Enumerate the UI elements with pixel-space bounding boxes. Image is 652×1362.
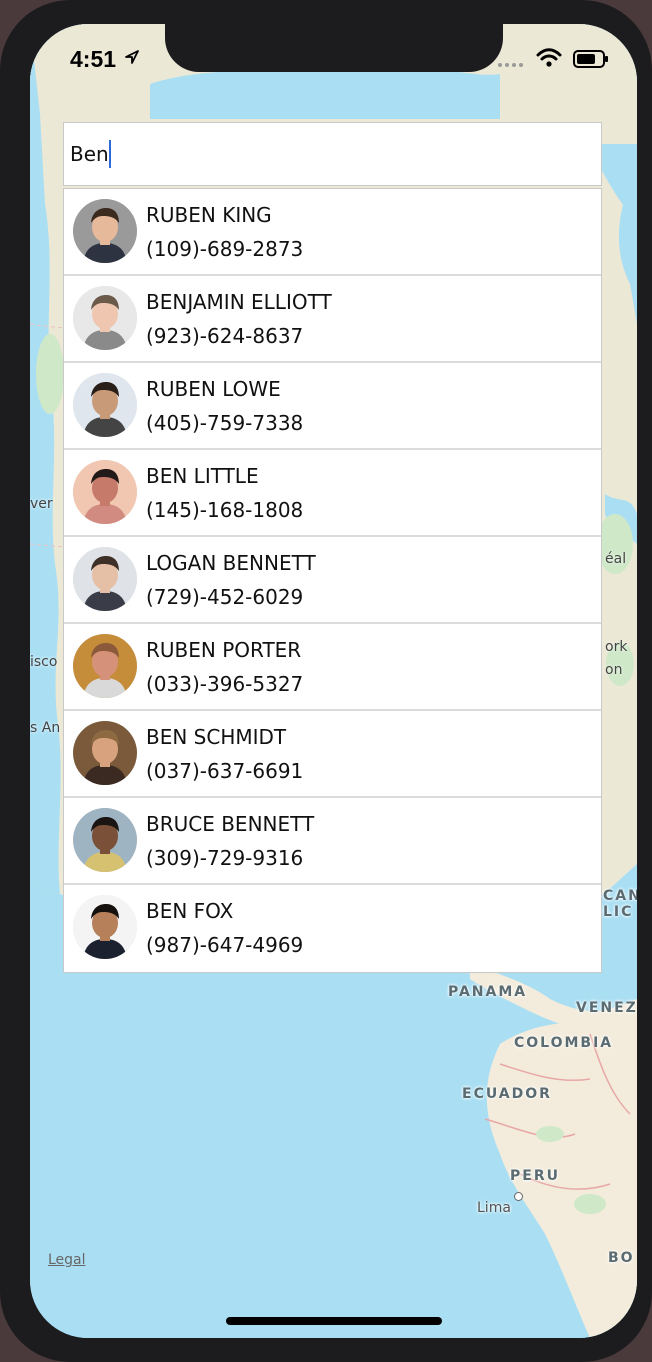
contact-phone: (923)-624-8637 — [146, 324, 304, 348]
avatar — [73, 721, 137, 785]
text-caret — [109, 140, 111, 168]
avatar-photo — [73, 199, 137, 263]
contact-name: BRUCE BENNETT — [146, 812, 315, 836]
avatar-photo — [73, 460, 137, 524]
contact-phone: (987)-647-4969 — [146, 933, 304, 957]
map-label-peru: PERU — [510, 1168, 560, 1184]
contact-row[interactable]: RUBEN KING (109)-689-2873 — [64, 189, 601, 276]
contact-phone: (037)-637-6691 — [146, 759, 304, 783]
avatar — [73, 460, 137, 524]
avatar — [73, 373, 137, 437]
status-time: 4:51 — [70, 46, 140, 73]
status-indicators — [497, 48, 609, 72]
contact-phone: (145)-168-1808 — [146, 498, 304, 522]
avatar-photo — [73, 373, 137, 437]
avatar-photo — [73, 634, 137, 698]
map-label-colombia: COLOMBIA — [514, 1035, 614, 1051]
location-arrow-icon — [125, 50, 140, 64]
map-label-lic: LIC — [603, 904, 634, 920]
contact-row[interactable]: BEN LITTLE (145)-168-1808 — [64, 450, 601, 537]
avatar-photo — [73, 808, 137, 872]
map-edge-label: s An — [30, 720, 61, 736]
contact-name: RUBEN PORTER — [146, 638, 302, 662]
cellular-signal-icon — [497, 63, 523, 67]
battery-icon — [573, 50, 608, 68]
map-label-bo: BO — [608, 1250, 635, 1266]
contact-name: LOGAN BENNETT — [146, 551, 316, 575]
home-indicator[interactable] — [226, 1317, 442, 1325]
device-notch — [165, 24, 503, 72]
avatar — [73, 199, 137, 263]
map-city-lima: Lima — [477, 1200, 511, 1216]
status-time-label: 4:51 — [70, 46, 117, 72]
contact-name: RUBEN LOWE — [146, 377, 281, 401]
map-label-panama: PANAMA — [448, 984, 528, 1000]
contact-phone: (033)-396-5327 — [146, 672, 304, 696]
avatar — [73, 634, 137, 698]
map-label-ecuador: ECUADOR — [462, 1086, 552, 1102]
map-edge-label: éal — [605, 551, 627, 567]
contact-row[interactable]: RUBEN PORTER (033)-396-5327 — [64, 624, 601, 711]
avatar-photo — [73, 895, 137, 959]
search-box[interactable] — [63, 122, 602, 186]
contact-row[interactable]: RUBEN LOWE (405)-759-7338 — [64, 363, 601, 450]
contact-phone: (405)-759-7338 — [146, 411, 304, 435]
contact-phone: (729)-452-6029 — [146, 585, 304, 609]
map-edge-label: on — [605, 662, 623, 678]
map-city-dot — [514, 1192, 523, 1201]
map-edge-label: ver — [30, 496, 53, 512]
contact-row[interactable]: BENJAMIN ELLIOTT (923)-624-8637 — [64, 276, 601, 363]
contact-phone: (109)-689-2873 — [146, 237, 304, 261]
avatar-photo — [73, 721, 137, 785]
map-edge-label: ork — [605, 639, 628, 655]
map-label-can: CAN — [603, 888, 637, 904]
contact-row[interactable]: BEN SCHMIDT (037)-637-6691 — [64, 711, 601, 798]
contact-name: RUBEN KING — [146, 203, 272, 227]
avatar — [73, 808, 137, 872]
search-input[interactable] — [68, 123, 570, 185]
avatar — [73, 895, 137, 959]
contact-name: BENJAMIN ELLIOTT — [146, 290, 332, 314]
wifi-icon — [536, 48, 562, 67]
avatar — [73, 286, 137, 350]
contact-row[interactable]: LOGAN BENNETT (729)-452-6029 — [64, 537, 601, 624]
map-label-venezuela: VENEZU — [576, 1000, 637, 1016]
contact-name: BEN LITTLE — [146, 464, 259, 488]
avatar-photo — [73, 286, 137, 350]
avatar — [73, 547, 137, 611]
search-results-list: RUBEN KING (109)-689-2873 BENJAMIN ELLIOTT… — [63, 188, 602, 973]
avatar-photo — [73, 547, 137, 611]
contact-row[interactable]: BRUCE BENNETT (309)-729-9316 — [64, 798, 601, 885]
contact-name: BEN FOX — [146, 899, 234, 923]
map-edge-label: isco — [30, 654, 58, 670]
contact-row[interactable]: BEN FOX (987)-647-4969 — [64, 885, 601, 972]
legal-link[interactable]: Legal — [48, 1252, 86, 1268]
contact-phone: (309)-729-9316 — [146, 846, 304, 870]
contact-name: BEN SCHMIDT — [146, 725, 287, 749]
app-screen: PANAMA VENEZU COLOMBIA ECUADOR PERU CAN … — [30, 24, 637, 1338]
